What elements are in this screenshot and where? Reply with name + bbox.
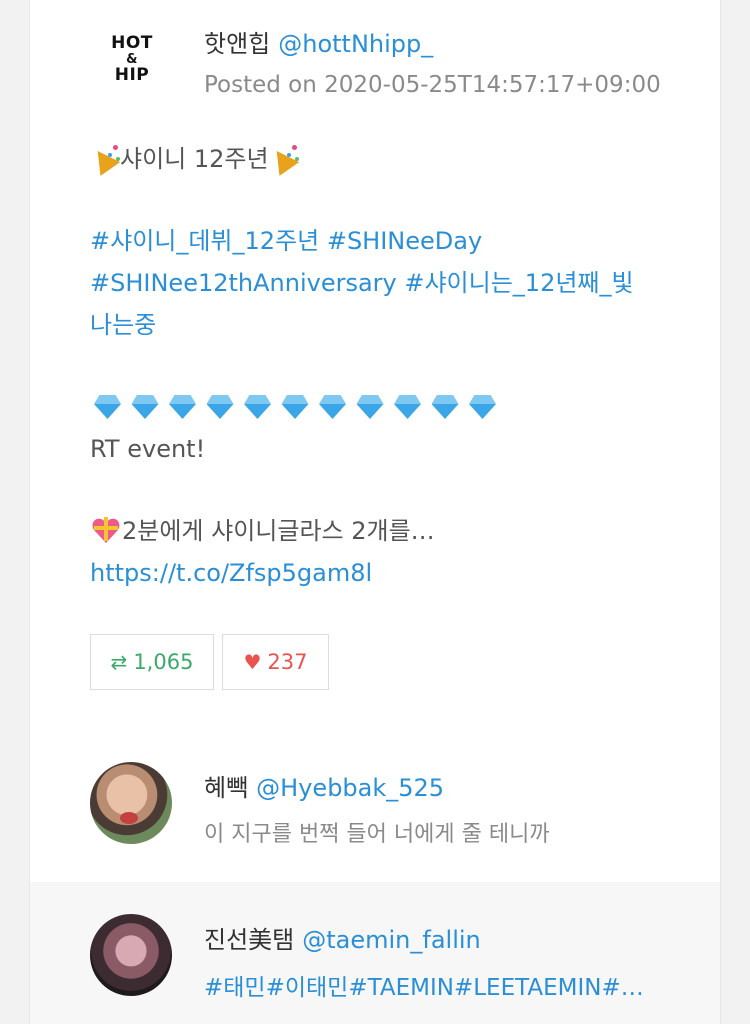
logo-text-hip: HIP (114, 64, 150, 85)
like-count: 237 (267, 650, 308, 674)
reply-author-line: 혜빽 @Hyebbak_525 (204, 768, 444, 803)
reply-author-handle[interactable]: @Hyebbak_525 (256, 774, 444, 802)
reply-item[interactable]: 혜빽 @Hyebbak_525 이 지구를 번쩍 들어 너에게 줄 테니까 (30, 752, 720, 882)
heart-gift-icon (90, 514, 122, 544)
gem-icon (428, 393, 463, 421)
reply-author-name[interactable]: 혜빽 (204, 774, 248, 802)
retweet-button[interactable]: ⇄ 1,065 (90, 634, 214, 690)
hashtag-line[interactable]: #SHINee12thAnniversary #샤이니는_12년째_빛 (90, 262, 680, 304)
party-popper-icon (87, 143, 121, 176)
reply-author-line: 진선美탬 @taemin_fallin (204, 920, 481, 955)
feed-card: HOT & HIP 핫앤힙 @hottNhipp_ Posted on 2020-… (30, 0, 720, 1024)
gem-icon (90, 393, 125, 421)
rt-event-text: RT event! (90, 435, 206, 463)
gem-icon (240, 393, 275, 421)
post-body: 샤이니 12주년 #샤이니_데뷔_12주년 #SHINeeDay #SHINee… (87, 138, 680, 594)
anniversary-text: 샤이니 12주년 (120, 145, 269, 173)
logo-text-hot: HOT (111, 33, 153, 54)
post-link[interactable]: https://t.co/Zfsp5gam8l (90, 552, 680, 594)
gem-icon (315, 393, 350, 421)
author-handle[interactable]: @hottNhipp_ (278, 30, 433, 58)
heart-icon: ♥ (243, 650, 262, 674)
author-name[interactable]: 핫앤힙 (204, 30, 270, 58)
hashtag-line[interactable]: 나는중 (90, 304, 680, 346)
gift-line: 2분에게 샤이니글라스 2개를… (90, 510, 680, 552)
author-line: 핫앤힙 @hottNhipp_ (204, 24, 433, 59)
gem-icon (390, 393, 425, 421)
divider (720, 0, 721, 1024)
gem-icon (128, 393, 163, 421)
reply-item[interactable]: 진선美탬 @taemin_fallin #태민#이태민#TAEMIN#LEETAE… (30, 882, 720, 1024)
gem-icon (465, 393, 500, 421)
hashtag-line[interactable]: #샤이니_데뷔_12주년 #SHINeeDay (90, 220, 680, 262)
title-line: 샤이니 12주년 (87, 138, 680, 180)
reply-author-name[interactable]: 진선美탬 (204, 926, 294, 954)
like-button[interactable]: ♥ 237 (222, 634, 329, 690)
divider (29, 0, 30, 1024)
avatar[interactable] (90, 762, 172, 844)
retweet-icon: ⇄ (110, 650, 128, 674)
party-popper-icon (266, 143, 299, 176)
reply-text: 이 지구를 번쩍 들어 너에게 줄 테니까 (204, 822, 550, 847)
retweet-count: 1,065 (133, 650, 194, 674)
reply-hashtags[interactable]: #태민#이태민#TAEMIN#LEETAEMIN#… (204, 968, 644, 1002)
gift-text: 2분에게 샤이니글라스 2개를… (122, 517, 435, 545)
reply-author-handle[interactable]: @taemin_fallin (302, 926, 481, 954)
gem-icon (278, 393, 313, 421)
gem-row (90, 386, 680, 428)
avatar[interactable] (90, 914, 172, 996)
posted-timestamp: Posted on 2020-05-25T14:57:17+09:00 (204, 72, 661, 98)
gem-icon (165, 393, 200, 421)
author-avatar-logo[interactable]: HOT & HIP (100, 22, 164, 98)
gem-icon (203, 393, 238, 421)
gem-icon (353, 393, 388, 421)
